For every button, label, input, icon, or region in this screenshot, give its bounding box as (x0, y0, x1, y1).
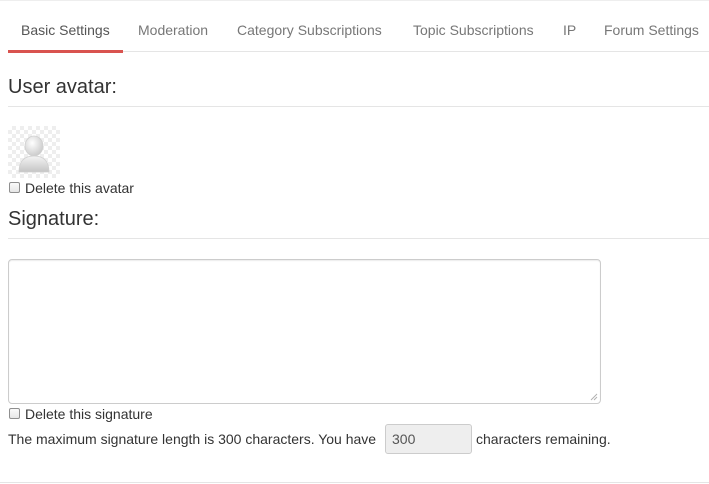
delete-signature-checkbox[interactable] (9, 408, 20, 419)
tab-basic-settings[interactable]: Basic Settings (21, 22, 110, 38)
avatar-section-divider (8, 106, 709, 107)
tab-topic-subscriptions[interactable]: Topic Subscriptions (413, 22, 534, 38)
tab-forum-settings[interactable]: Forum Settings (604, 22, 699, 38)
signature-section-title: Signature: (8, 208, 100, 230)
default-user-avatar-icon (18, 135, 50, 173)
resize-grip-icon[interactable] (590, 393, 598, 401)
profile-tabs: Basic Settings Moderation Category Subsc… (8, 0, 709, 52)
signature-length-text: The maximum signature length is 300 char… (8, 431, 377, 447)
signature-textarea[interactable] (8, 259, 601, 404)
delete-avatar-checkbox[interactable] (9, 182, 20, 193)
avatar (8, 126, 60, 178)
characters-remaining-field: 300 (385, 424, 472, 454)
tab-ip[interactable]: IP (563, 22, 576, 38)
tab-moderation[interactable]: Moderation (138, 22, 208, 38)
signature-section-divider (8, 238, 709, 239)
tab-category-subscriptions[interactable]: Category Subscriptions (237, 22, 382, 38)
delete-signature-label[interactable]: Delete this signature (25, 406, 153, 422)
characters-remaining-label: characters remaining. (476, 431, 611, 447)
delete-avatar-label[interactable]: Delete this avatar (25, 180, 134, 196)
user-edit-page: Basic Settings Moderation Category Subsc… (0, 0, 709, 484)
avatar-section-title: User avatar: (8, 76, 117, 98)
active-tab-indicator (8, 50, 123, 53)
bottom-divider (0, 482, 709, 483)
